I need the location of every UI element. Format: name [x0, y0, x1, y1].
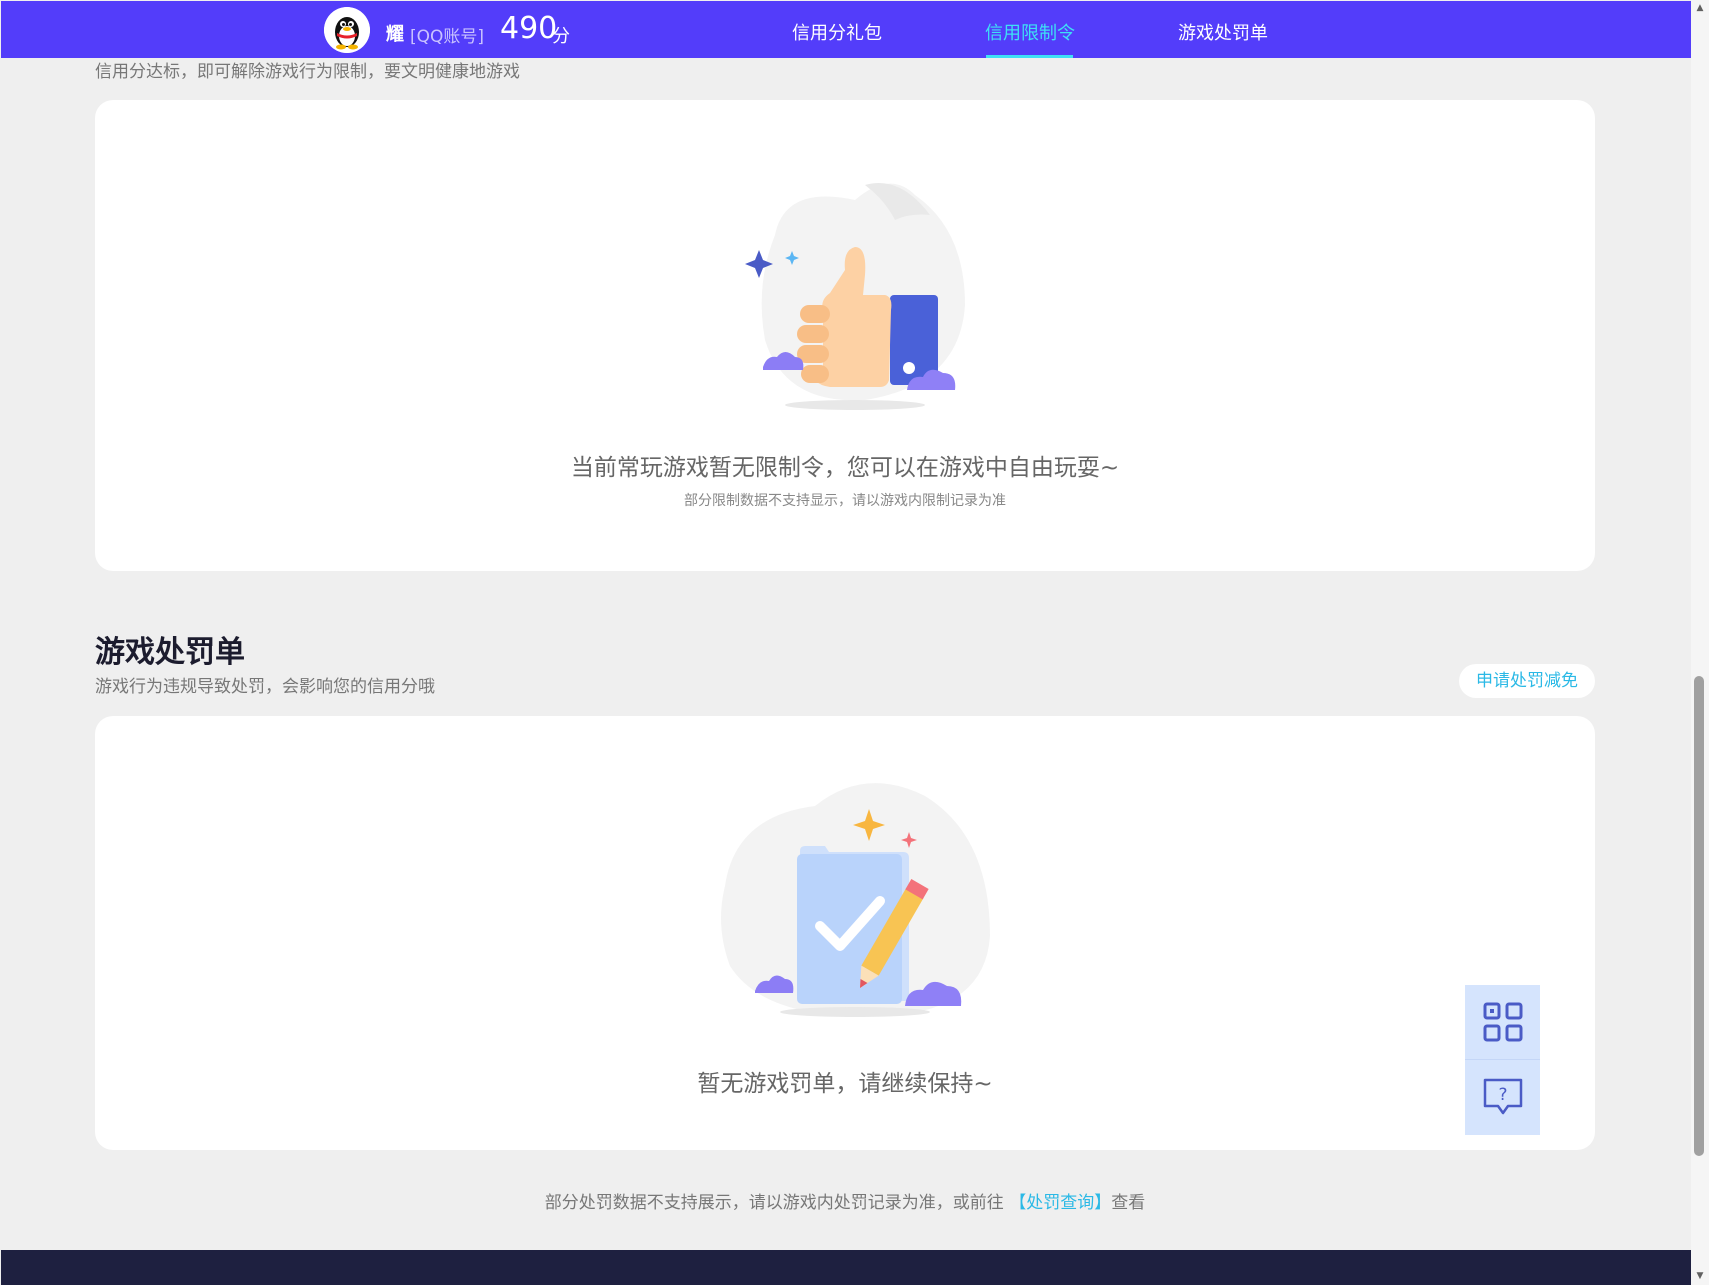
floating-toolbar: ?: [1465, 985, 1540, 1135]
qr-code-button[interactable]: [1465, 985, 1540, 1059]
nav-game-penalty[interactable]: 游戏处罚单: [1178, 19, 1268, 45]
svg-text:?: ?: [1498, 1085, 1507, 1105]
restriction-empty-note: 部分限制数据不支持显示，请以游戏内限制记录为准: [684, 493, 1006, 509]
restriction-subtitle: 信用分达标，即可解除游戏行为限制，要文明健康地游戏: [95, 62, 520, 82]
penalty-subtitle: 游戏行为违规导致处罚，会影响您的信用分哦: [95, 677, 435, 697]
scroll-down-arrow-icon[interactable]: ▼: [1694, 1270, 1706, 1282]
help-feedback-button[interactable]: ?: [1465, 1060, 1540, 1134]
help-chat-icon: ?: [1483, 1078, 1522, 1115]
score-unit: 分: [552, 26, 570, 47]
scroll-up-arrow-icon[interactable]: ▲: [1694, 2, 1706, 14]
footer-note: 部分处罚数据不支持展示，请以游戏内处罚记录为准，或前往 【处罚查询】查看: [0, 1188, 1690, 1213]
qr-code-icon: [1483, 1002, 1522, 1042]
nav-credit-restriction[interactable]: 信用限制令: [985, 19, 1075, 45]
thumbs-up-illustration: [745, 183, 965, 410]
nav-credit-gift[interactable]: 信用分礼包: [792, 19, 882, 45]
restriction-card: 当前常玩游戏暂无限制令，您可以在游戏中自由玩耍~ 部分限制数据不支持显示，请以游…: [95, 100, 1595, 571]
account-type: [QQ账号]: [410, 27, 485, 47]
penalty-empty-message: 暂无游戏罚单，请继续保持~: [697, 1071, 993, 1097]
penguin-avatar-icon: [324, 7, 370, 53]
penalty-section-title: 游戏处罚单: [95, 635, 245, 670]
footer-note-suffix: 查看: [1111, 1193, 1146, 1213]
top-nav-bar: 耀 [QQ账号] 490 分 信用分礼包 信用限制令 游戏处罚单: [1, 1, 1691, 58]
footer-note-prefix: 部分处罚数据不支持展示，请以游戏内处罚记录为准，或前往: [544, 1193, 1004, 1213]
scrollbar-thumb[interactable]: [1694, 676, 1704, 1156]
active-tab-indicator: [986, 55, 1073, 58]
user-nickname: 耀: [386, 24, 404, 45]
restriction-empty-message: 当前常玩游戏暂无限制令，您可以在游戏中自由玩耍~: [570, 455, 1120, 481]
apply-penalty-reduction-button[interactable]: 申请处罚减免: [1459, 664, 1595, 698]
user-avatar[interactable]: [324, 7, 370, 53]
footer-bar: [1, 1250, 1691, 1285]
checklist-pencil-illustration: [721, 783, 990, 1017]
penalty-card: 暂无游戏罚单，请继续保持~: [95, 716, 1595, 1150]
credit-score: 490: [500, 11, 558, 46]
penalty-query-link[interactable]: 【处罚查询】: [1009, 1193, 1111, 1213]
